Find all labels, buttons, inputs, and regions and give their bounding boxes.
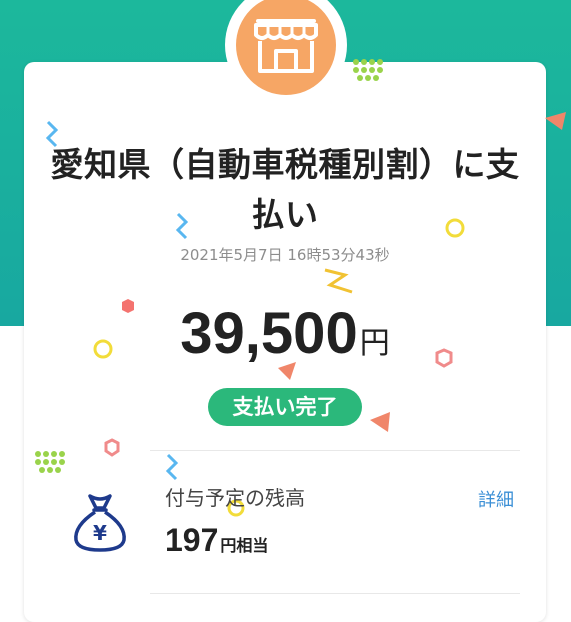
points-label: 付与予定の残高	[165, 486, 305, 510]
payment-title-line2: 払い	[251, 195, 319, 234]
detail-link[interactable]: 詳細	[478, 486, 514, 512]
status-badge: 支払い完了	[208, 388, 362, 426]
points-unit: 円相当	[220, 536, 269, 555]
amount-value: 39,500	[180, 301, 358, 366]
payment-title: 愛知県（自動車税種別割）に支 払い	[24, 140, 546, 240]
divider	[150, 450, 520, 451]
payment-title-line1: 愛知県（自動車税種別割）に支	[50, 145, 520, 184]
divider	[150, 593, 520, 594]
points-balance: 197 円相当	[165, 522, 268, 559]
payment-timestamp: 2021年5月7日 16時53分43秒	[180, 246, 390, 264]
points-value: 197	[165, 522, 219, 558]
money-bag-yen-icon: ¥	[68, 490, 132, 558]
amount-currency-unit: 円	[359, 326, 390, 361]
payment-amount: 39,500円	[24, 300, 546, 367]
svg-text:¥: ¥	[93, 521, 107, 545]
